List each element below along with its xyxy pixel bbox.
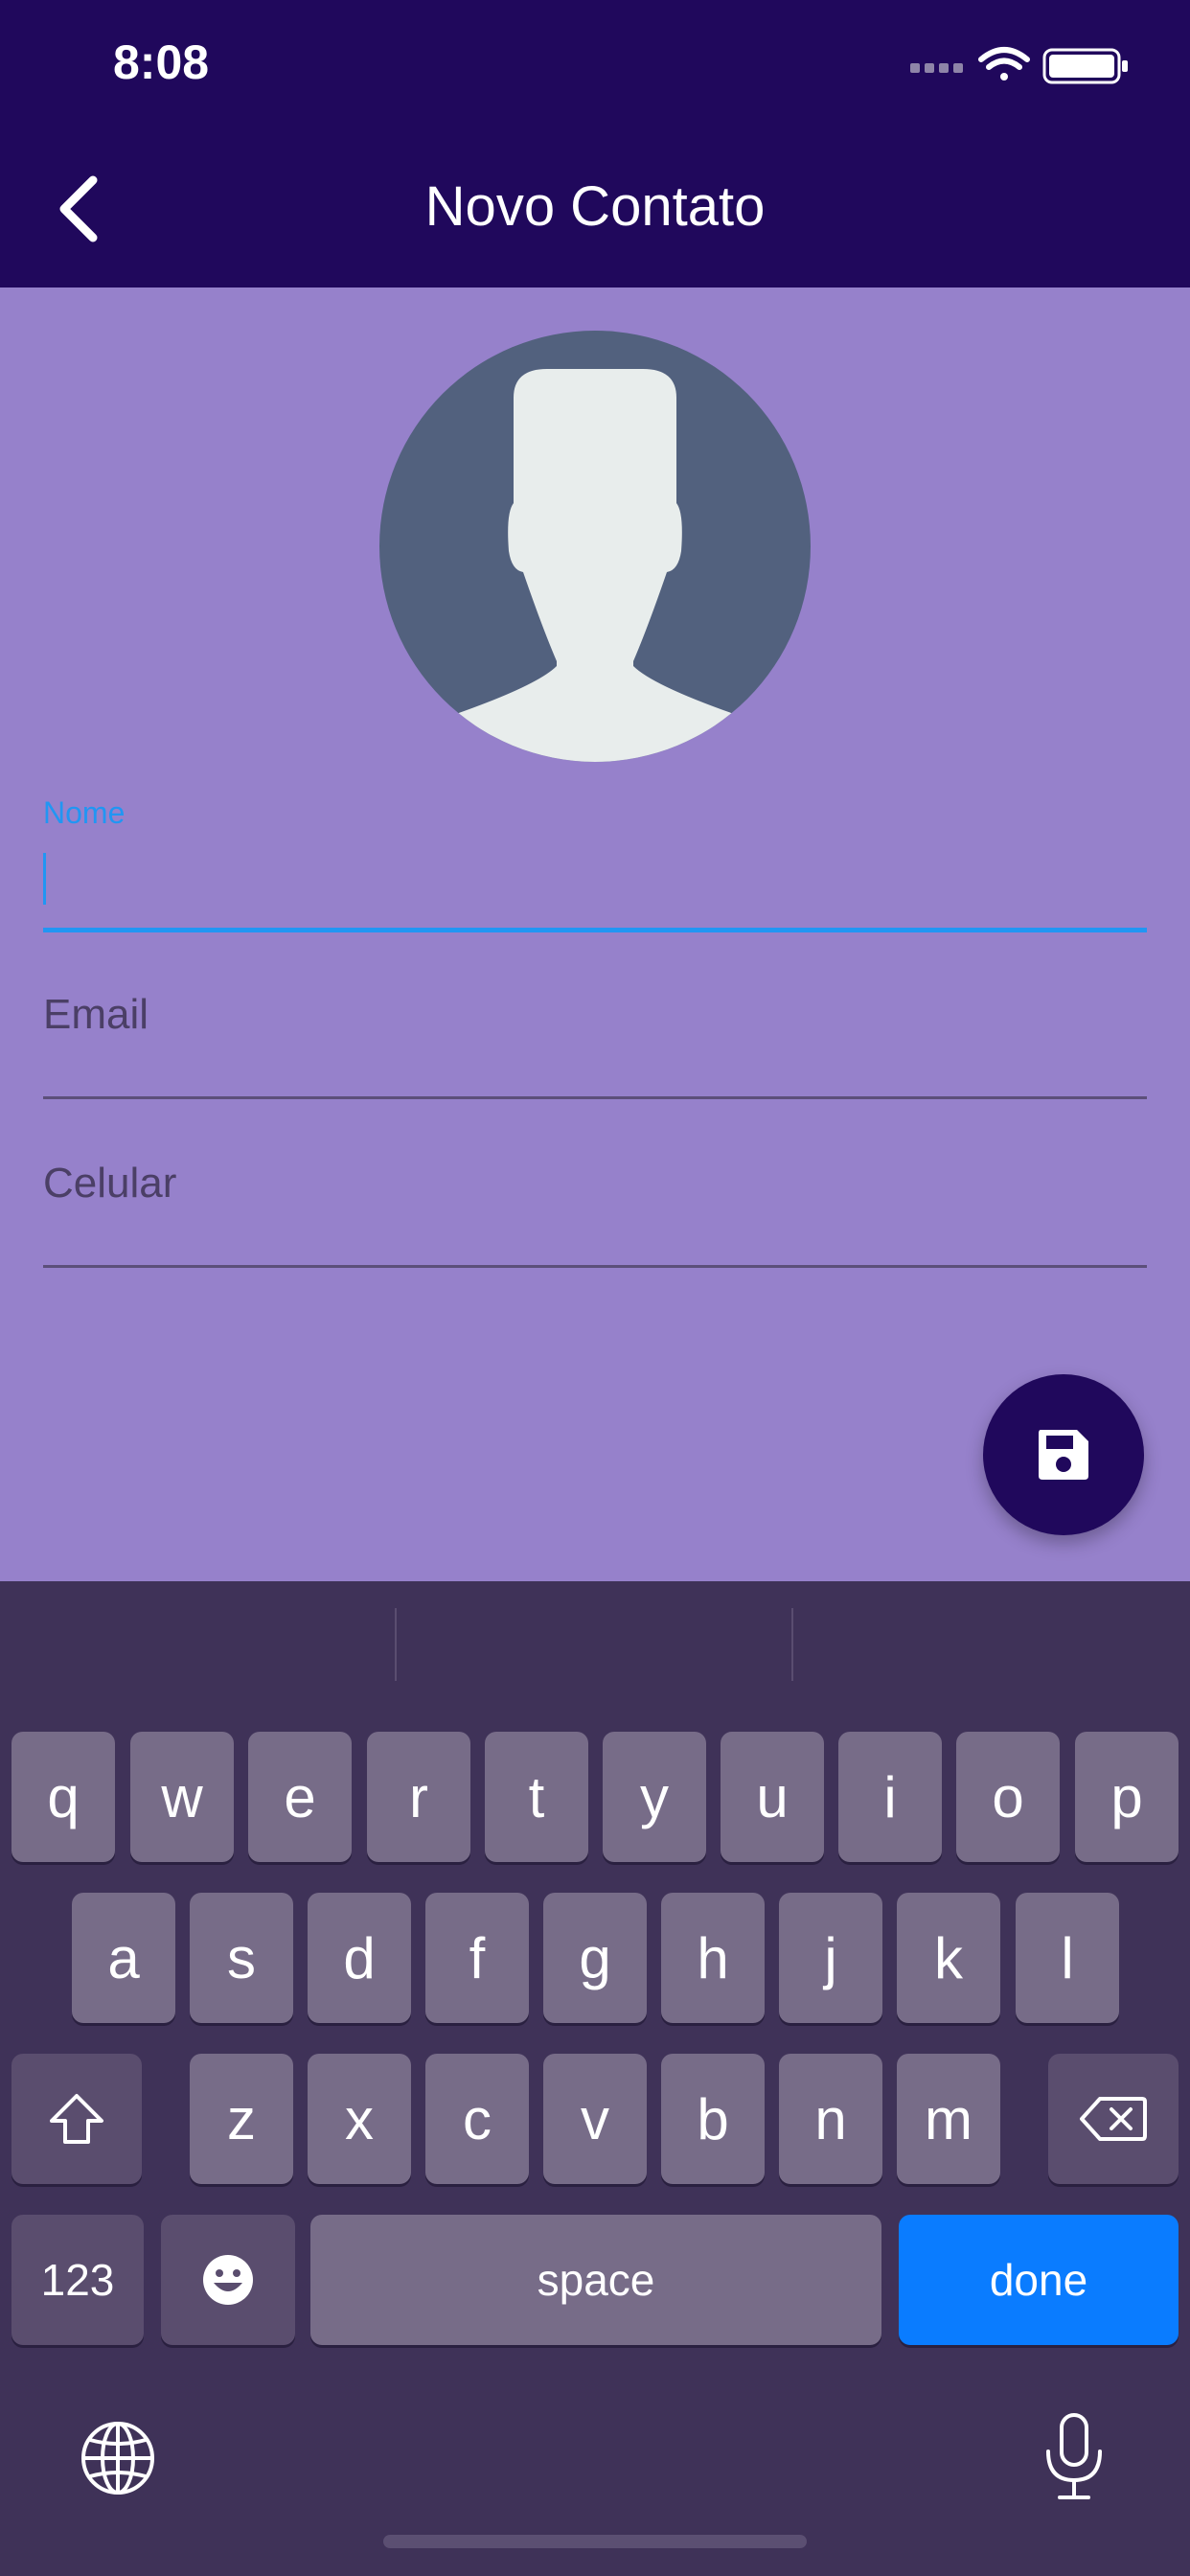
key-s[interactable]: s bbox=[190, 1893, 293, 2023]
key-n[interactable]: n bbox=[779, 2054, 882, 2184]
email-underline bbox=[43, 1096, 1147, 1099]
text-caret bbox=[43, 853, 46, 905]
key-o[interactable]: o bbox=[956, 1732, 1060, 1862]
key-x[interactable]: x bbox=[308, 2054, 411, 2184]
battery-icon bbox=[1042, 48, 1128, 84]
key-p[interactable]: p bbox=[1075, 1732, 1179, 1862]
nome-label: Nome bbox=[43, 795, 126, 830]
microphone-icon[interactable] bbox=[1041, 2411, 1108, 2503]
person-silhouette-icon bbox=[379, 331, 811, 762]
key-v[interactable]: v bbox=[543, 2054, 647, 2184]
key-m[interactable]: m bbox=[897, 2054, 1000, 2184]
key-y[interactable]: y bbox=[603, 1732, 706, 1862]
key-i[interactable]: i bbox=[838, 1732, 942, 1862]
page-title: Novo Contato bbox=[424, 175, 766, 238]
space-key[interactable]: space bbox=[310, 2215, 881, 2345]
email-placeholder: Email bbox=[43, 991, 149, 1038]
key-q[interactable]: q bbox=[11, 1732, 115, 1862]
key-g[interactable]: g bbox=[543, 1893, 647, 2023]
key-f[interactable]: f bbox=[425, 1893, 529, 2023]
email-field[interactable]: Email bbox=[43, 978, 1147, 1102]
key-e[interactable]: e bbox=[248, 1732, 352, 1862]
backspace-icon bbox=[1080, 2097, 1147, 2141]
nome-field[interactable]: Nome bbox=[43, 795, 1147, 939]
done-key[interactable]: done bbox=[899, 2215, 1179, 2345]
emoji-key[interactable] bbox=[161, 2215, 295, 2345]
prediction-divider bbox=[395, 1608, 397, 1681]
avatar[interactable] bbox=[379, 331, 811, 762]
numbers-key[interactable]: 123 bbox=[11, 2215, 144, 2345]
delete-key[interactable] bbox=[1048, 2054, 1179, 2184]
celular-underline bbox=[43, 1265, 1147, 1268]
key-z[interactable]: z bbox=[190, 2054, 293, 2184]
signal-icon bbox=[910, 63, 963, 73]
celular-field[interactable]: Celular bbox=[43, 1146, 1147, 1271]
app-bar: 8:08 Novo Contato bbox=[0, 0, 1190, 288]
wifi-icon bbox=[978, 47, 1030, 80]
shift-key[interactable] bbox=[11, 2054, 142, 2184]
home-indicator bbox=[383, 2535, 807, 2548]
key-l[interactable]: l bbox=[1016, 1893, 1119, 2023]
key-a[interactable]: a bbox=[72, 1893, 175, 2023]
key-j[interactable]: j bbox=[779, 1893, 882, 2023]
save-button[interactable] bbox=[983, 1374, 1144, 1535]
key-b[interactable]: b bbox=[661, 2054, 765, 2184]
key-w[interactable]: w bbox=[130, 1732, 234, 1862]
nome-underline bbox=[43, 928, 1147, 932]
key-r[interactable]: r bbox=[367, 1732, 470, 1862]
key-c[interactable]: c bbox=[425, 2054, 529, 2184]
status-time: 8:08 bbox=[113, 35, 210, 89]
key-k[interactable]: k bbox=[897, 1893, 1000, 2023]
status-icons bbox=[910, 47, 1128, 84]
key-t[interactable]: t bbox=[485, 1732, 588, 1862]
globe-icon[interactable] bbox=[79, 2419, 157, 2497]
shift-icon bbox=[50, 2094, 103, 2144]
key-u[interactable]: u bbox=[721, 1732, 824, 1862]
emoji-icon bbox=[203, 2255, 253, 2305]
key-h[interactable]: h bbox=[661, 1893, 765, 2023]
floppy-disk-icon bbox=[1039, 1430, 1088, 1480]
prediction-divider bbox=[791, 1608, 793, 1681]
key-d[interactable]: d bbox=[308, 1893, 411, 2023]
celular-placeholder: Celular bbox=[43, 1160, 177, 1207]
